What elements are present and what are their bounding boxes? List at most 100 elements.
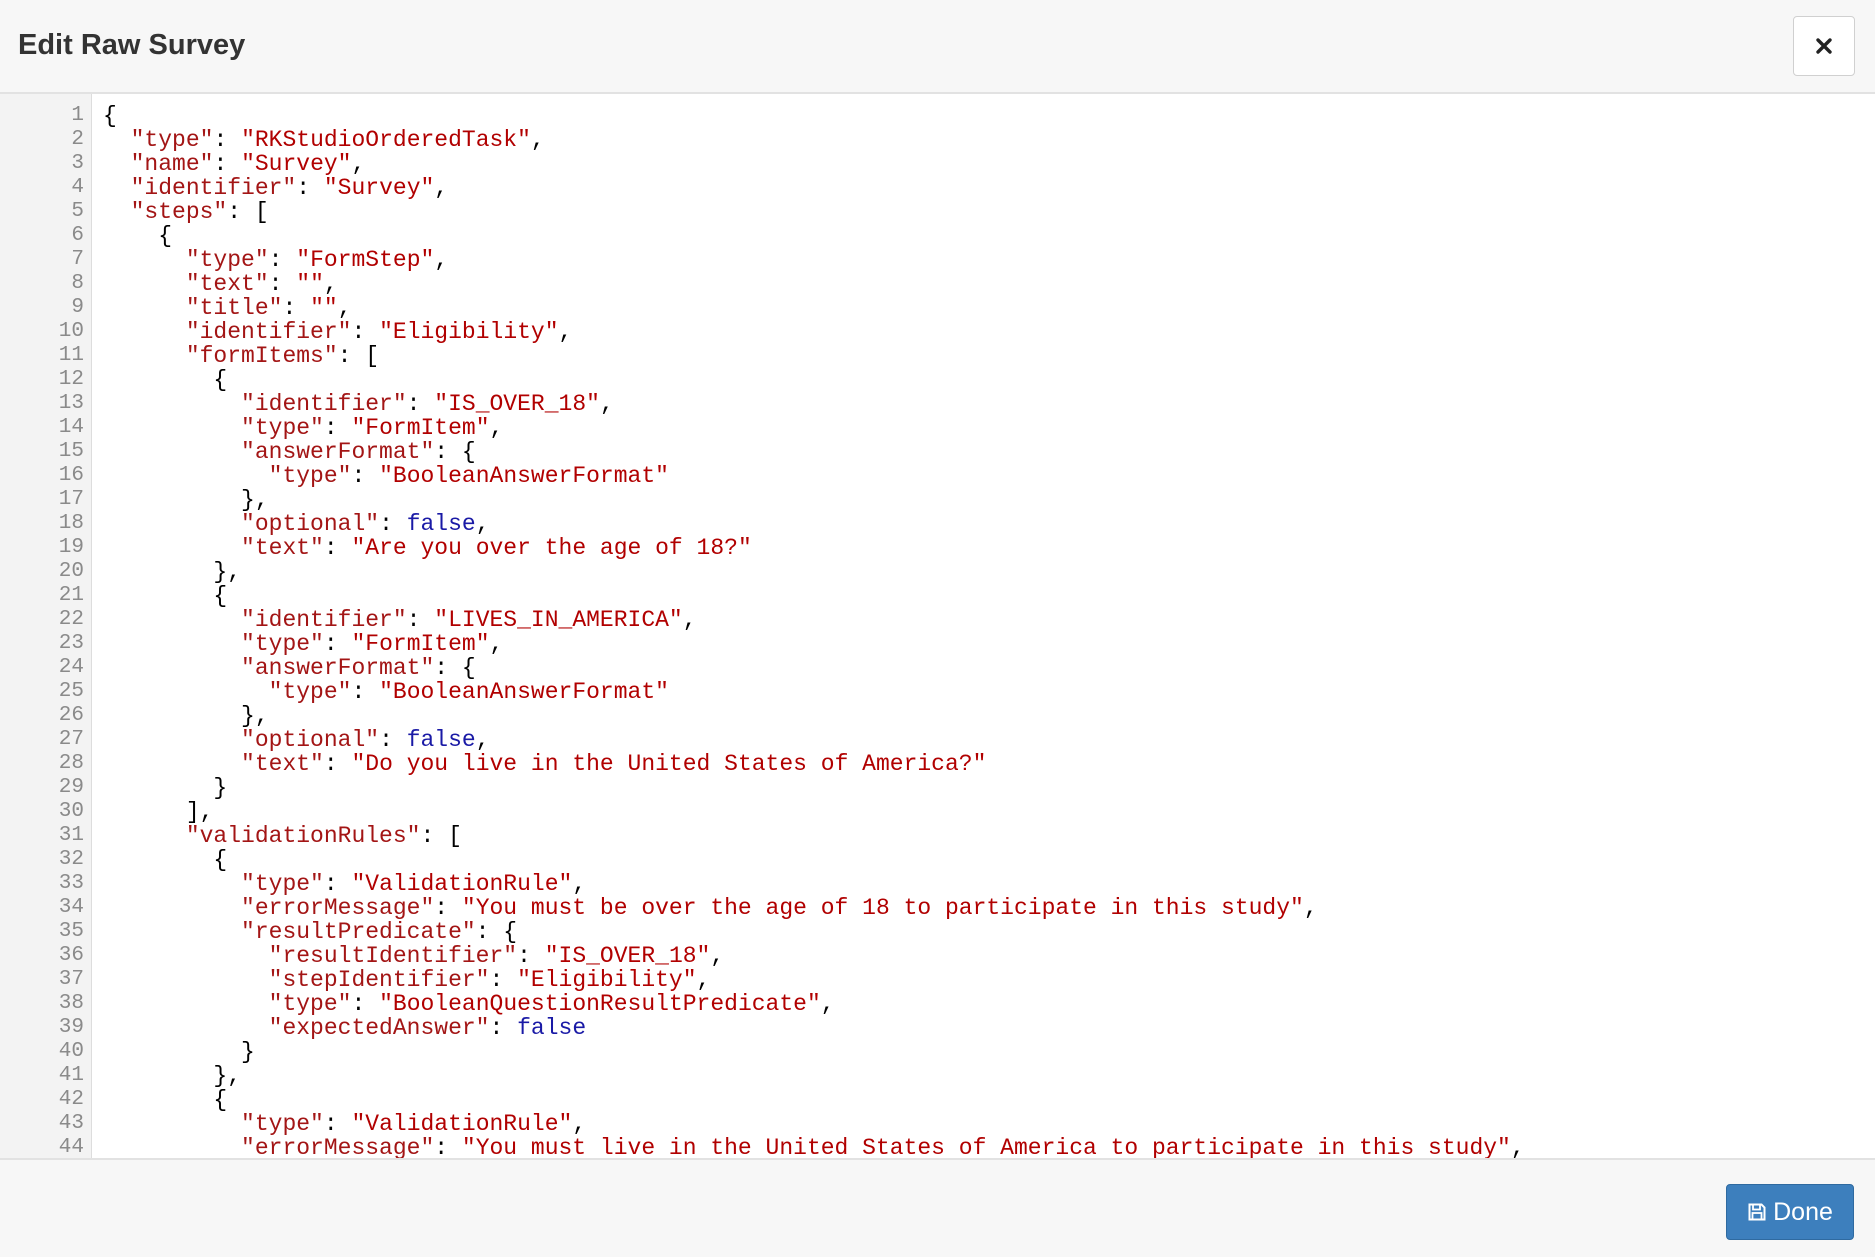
code-text: "type": "ValidationRule",	[241, 1111, 587, 1137]
code-text: "identifier": "Eligibility",	[185, 319, 573, 345]
line-number: 39	[58, 1016, 84, 1039]
code-line: 30 ],	[0, 800, 1875, 824]
code-text: "name": "Survey",	[130, 151, 366, 177]
code-line: 17 },	[0, 488, 1875, 512]
json-code-editor[interactable]: 1{2 "type": "RKStudioOrderedTask", 3 "nam…	[0, 94, 1875, 1160]
code-line: 26 },	[0, 704, 1875, 728]
line-number: 43	[58, 1112, 84, 1135]
code-text: "formItems": [	[185, 343, 380, 369]
code-line: 41 },	[0, 1064, 1875, 1088]
code-line: 23 "type": "FormItem",	[0, 632, 1875, 656]
code-text: "text": "Are you over the age of 18?"	[241, 535, 752, 561]
code-text: "type": "RKStudioOrderedTask",	[130, 127, 545, 153]
code-text: "resultPredicate": {	[241, 919, 518, 945]
line-number: 44	[58, 1136, 84, 1159]
code-text: "type": "FormItem",	[241, 631, 504, 657]
code-text: },	[103, 487, 269, 513]
code-text: },	[103, 703, 269, 729]
line-number: 21	[58, 584, 84, 607]
code-text: "type": "FormStep",	[185, 247, 449, 273]
code-text: {	[103, 103, 117, 129]
done-button-label: Done	[1773, 1197, 1833, 1226]
code-lines: 1{2 "type": "RKStudioOrderedTask", 3 "nam…	[0, 104, 1875, 1160]
line-number: 41	[58, 1064, 84, 1087]
code-line: 5 "steps": [	[0, 200, 1875, 224]
code-text: "answerFormat": {	[241, 439, 476, 465]
line-number: 37	[58, 968, 84, 991]
code-text: },	[103, 1063, 242, 1089]
code-text: ],	[103, 799, 214, 825]
code-text: {	[103, 583, 228, 609]
edit-raw-survey-dialog: Edit Raw Survey 1{2 "type": "RKStudioOrd…	[0, 0, 1875, 1257]
done-button[interactable]: Done	[1726, 1184, 1854, 1240]
code-text: "identifier": "LIVES_IN_AMERICA",	[241, 607, 697, 633]
line-number: 13	[58, 392, 84, 415]
code-line: 34 "errorMessage": "You must be over the…	[0, 896, 1875, 920]
code-line: 44 "errorMessage": "You must live in the…	[0, 1135, 1875, 1160]
code-line: 24 "answerFormat": {	[0, 656, 1875, 680]
code-line: 4 "identifier": "Survey",	[0, 176, 1875, 200]
code-text: },	[103, 559, 242, 585]
code-line: 32 {	[0, 848, 1875, 872]
line-number: 34	[58, 896, 84, 919]
code-line: 8 "text": "",	[0, 272, 1875, 296]
line-number: 6	[71, 224, 84, 247]
close-icon	[1815, 37, 1833, 55]
line-number: 35	[58, 920, 84, 943]
code-line: 12 {	[0, 368, 1875, 392]
line-number: 22	[58, 608, 84, 631]
line-number: 19	[58, 536, 84, 559]
save-icon	[1747, 1202, 1767, 1222]
code-line: 27 "optional": false,	[0, 728, 1875, 752]
code-line: 13 "identifier": "IS_OVER_18",	[0, 392, 1875, 416]
code-text: {	[103, 367, 228, 393]
code-line: 7 "type": "FormStep",	[0, 248, 1875, 272]
dialog-title: Edit Raw Survey	[18, 29, 246, 61]
code-line: 16 "type": "BooleanAnswerFormat"	[0, 464, 1875, 488]
line-number: 8	[71, 272, 84, 295]
line-number: 33	[58, 872, 84, 895]
line-number: 31	[58, 824, 84, 847]
dialog-header: Edit Raw Survey	[0, 0, 1875, 94]
line-number: 29	[58, 776, 84, 799]
code-line: 43 "type": "ValidationRule",	[0, 1112, 1875, 1136]
code-text: "type": "BooleanQuestionResultPredicate"…	[268, 991, 835, 1017]
code-line: 31 "validationRules": [	[0, 824, 1875, 848]
code-line: 10 "identifier": "Eligibility",	[0, 320, 1875, 344]
line-number: 30	[58, 800, 84, 823]
line-number: 17	[58, 488, 84, 511]
code-text: "text": "",	[185, 271, 338, 297]
code-line: 25 "type": "BooleanAnswerFormat"	[0, 680, 1875, 704]
line-number: 14	[58, 416, 84, 439]
code-line: 6 {	[0, 224, 1875, 248]
line-number: 11	[58, 344, 84, 367]
line-number: 10	[58, 320, 84, 343]
line-number: 26	[58, 704, 84, 727]
code-line: 2 "type": "RKStudioOrderedTask",	[0, 128, 1875, 152]
code-line: 1{	[0, 104, 1875, 128]
code-text: "errorMessage": "You must live in the Un…	[241, 1135, 1525, 1160]
code-text: {	[103, 223, 173, 249]
code-line: 29 }	[0, 776, 1875, 800]
code-text: "resultIdentifier": "IS_OVER_18",	[268, 943, 725, 969]
line-number: 18	[58, 512, 84, 535]
line-number: 40	[58, 1040, 84, 1063]
line-number: 27	[58, 728, 84, 751]
code-line: 36 "resultIdentifier": "IS_OVER_18",	[0, 944, 1875, 968]
close-button[interactable]	[1793, 16, 1855, 76]
code-line: 9 "title": "",	[0, 296, 1875, 320]
line-number: 5	[71, 200, 84, 223]
line-number: 28	[58, 752, 84, 775]
code-line: 18 "optional": false,	[0, 512, 1875, 536]
line-number: 15	[58, 440, 84, 463]
code-line: 19 "text": "Are you over the age of 18?"	[0, 536, 1875, 560]
code-text: "expectedAnswer": false	[268, 1015, 587, 1041]
code-line: 39 "expectedAnswer": false	[0, 1016, 1875, 1040]
code-line: 42 {	[0, 1088, 1875, 1112]
code-text: "text": "Do you live in the United State…	[241, 751, 987, 777]
code-text: {	[103, 1087, 228, 1113]
code-text: "optional": false,	[241, 727, 490, 753]
line-number: 9	[71, 296, 84, 319]
line-number: 42	[58, 1088, 84, 1111]
code-line: 37 "stepIdentifier": "Eligibility",	[0, 968, 1875, 992]
